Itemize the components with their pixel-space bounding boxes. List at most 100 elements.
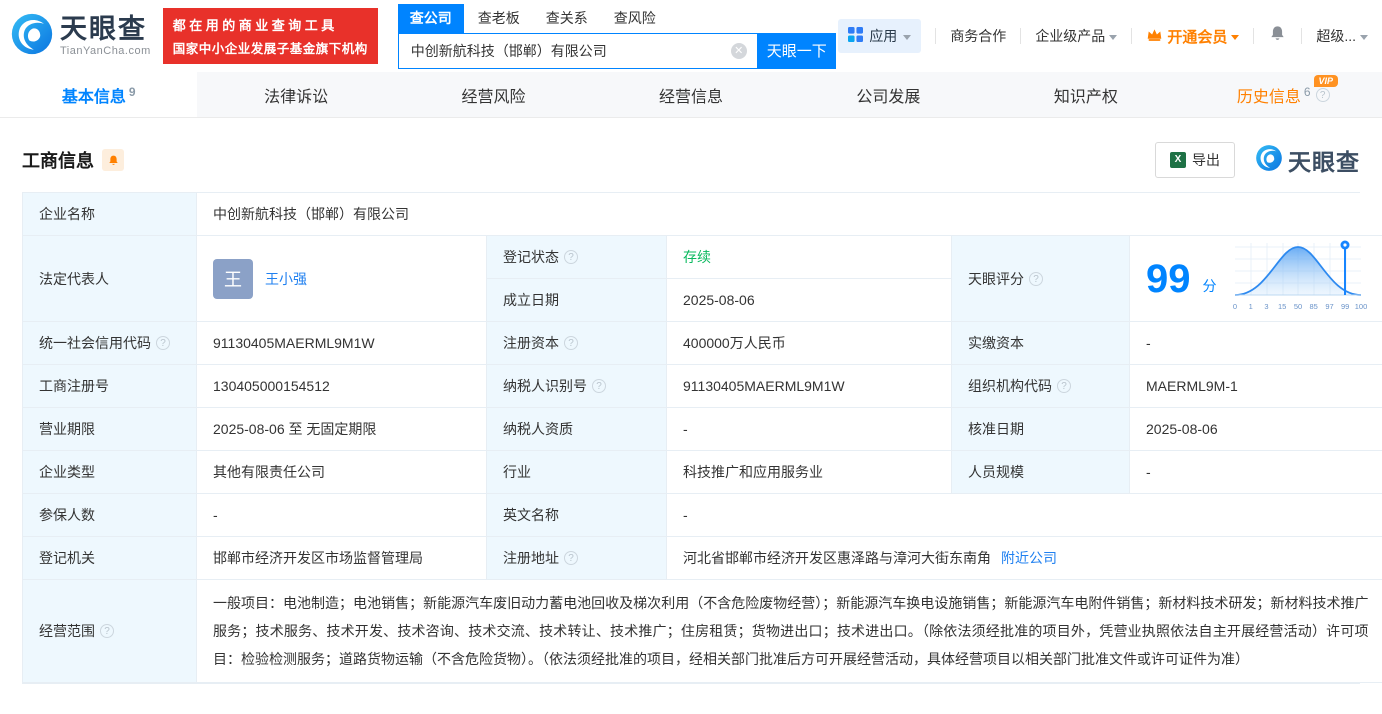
reg-capital-value: 400000万人民币 bbox=[667, 322, 952, 365]
reg-status-label: 登记状态 ? bbox=[487, 236, 667, 279]
tab-basic-label: 基本信息 bbox=[61, 88, 126, 106]
help-icon[interactable]: ? bbox=[156, 336, 170, 350]
menu-open-vip[interactable]: 开通会员 bbox=[1146, 26, 1240, 47]
help-icon[interactable]: ? bbox=[564, 551, 578, 565]
insured-count-value: - bbox=[197, 494, 487, 537]
reg-capital-label: 注册资本 ? bbox=[487, 322, 667, 365]
taxpayer-quality-value: - bbox=[667, 408, 952, 451]
establish-date-value: 2025-08-06 bbox=[667, 279, 952, 322]
score-label: 天眼评分 ? bbox=[952, 236, 1130, 322]
help-icon[interactable]: ? bbox=[1315, 87, 1330, 102]
nearby-companies-link[interactable]: 附近公司 bbox=[1001, 548, 1057, 568]
tianyancha-swirl-icon bbox=[1255, 144, 1283, 177]
svg-text:1: 1 bbox=[1248, 302, 1252, 311]
company-nav-tabs: 基本信息 9 法律诉讼 经营风险 经营信息 公司发展 知识产权 VIP 历史信息… bbox=[0, 72, 1382, 118]
reg-address-value-text: 河北省邯郸市经济开发区惠泽路与漳河大街东南角 bbox=[683, 550, 991, 566]
search-tab-boss[interactable]: 查老板 bbox=[466, 4, 532, 33]
reg-number-label: 工商注册号 bbox=[23, 365, 197, 408]
divider bbox=[1253, 28, 1255, 44]
top-menu: 应用 商务合作 企业级产品 开通会员 超级... bbox=[838, 19, 1368, 53]
tianyancha-logo[interactable]: 天眼查 TianYanCha.com bbox=[10, 12, 151, 61]
reg-number-value: 130405000154512 bbox=[197, 365, 487, 408]
logo-cn: 天眼查 bbox=[60, 13, 147, 44]
svg-text:99: 99 bbox=[1341, 302, 1349, 311]
org-code-value: MAERML9M-1 bbox=[1130, 365, 1382, 408]
menu-enterprise[interactable]: 企业级产品 bbox=[1035, 26, 1118, 46]
search-row: ✕ 天眼一下 bbox=[397, 32, 836, 69]
english-name-label: 英文名称 bbox=[487, 494, 667, 537]
tab-company-development[interactable]: 公司发展 bbox=[790, 72, 987, 117]
clear-input-icon[interactable]: ✕ bbox=[730, 42, 747, 59]
reg-address-label: 注册地址 ? bbox=[487, 537, 667, 580]
score-number: 99 bbox=[1146, 256, 1191, 301]
taxpayer-id-text: 纳税人识别号 bbox=[503, 378, 587, 394]
help-icon[interactable]: ? bbox=[1057, 379, 1071, 393]
tab-business-info[interactable]: 经营信息 bbox=[592, 72, 789, 117]
tab-basic-info[interactable]: 基本信息 9 bbox=[0, 72, 198, 117]
search-tab-risk[interactable]: 查风险 bbox=[602, 4, 668, 33]
search-tab-relation[interactable]: 查关系 bbox=[534, 4, 600, 33]
menu-cooperation[interactable]: 商务合作 bbox=[950, 26, 1006, 46]
svg-text:100: 100 bbox=[1354, 302, 1367, 311]
chevron-down-icon bbox=[903, 34, 912, 40]
help-icon[interactable]: ? bbox=[564, 250, 578, 264]
search-input[interactable] bbox=[398, 33, 757, 68]
notification-bell-icon[interactable] bbox=[1268, 24, 1287, 48]
search-tabs: 查公司 查老板 查关系 查风险 bbox=[397, 3, 836, 33]
tab-intellectual-property[interactable]: 知识产权 bbox=[987, 72, 1184, 117]
approval-date-value: 2025-08-06 bbox=[1130, 408, 1382, 451]
search-input-wrap: ✕ bbox=[397, 32, 758, 69]
score-unit: 分 bbox=[1202, 277, 1217, 294]
reg-authority-label: 登记机关 bbox=[23, 537, 197, 580]
watermark-logo: 天眼查 bbox=[1255, 143, 1360, 177]
help-icon[interactable]: ? bbox=[592, 379, 606, 393]
chevron-down-icon bbox=[1109, 34, 1118, 40]
svg-text:3: 3 bbox=[1264, 302, 1268, 311]
monitor-bell-icon[interactable] bbox=[102, 149, 124, 171]
search-tab-company[interactable]: 查公司 bbox=[397, 3, 464, 33]
export-button[interactable]: X 导出 bbox=[1155, 142, 1235, 178]
credit-code-label: 统一社会信用代码 ? bbox=[23, 322, 197, 365]
help-icon[interactable]: ? bbox=[564, 336, 578, 350]
taxpayer-quality-label: 纳税人资质 bbox=[487, 408, 667, 451]
brand-slogan: 都在用的商业查询工具 国家中小企业发展子基金旗下机构 bbox=[162, 8, 378, 64]
score-value: 99 分 0 1 3 15 50 85 97 99 100 bbox=[1130, 236, 1382, 322]
reg-address-text: 注册地址 bbox=[503, 550, 559, 566]
tab-legal-proceedings[interactable]: 法律诉讼 bbox=[197, 72, 394, 117]
chevron-down-icon bbox=[1231, 34, 1240, 40]
tab-basic-count: 9 bbox=[128, 84, 136, 99]
vip-label: 开通会员 bbox=[1167, 28, 1228, 46]
legal-rep-link[interactable]: 王小强 bbox=[265, 269, 307, 289]
taxpayer-id-value: 91130405MAERML9M1W bbox=[667, 365, 952, 408]
section-header: 工商信息 X 导出 天眼查 bbox=[0, 118, 1382, 192]
reg-status-value: 存续 bbox=[667, 236, 952, 279]
staff-size-label: 人员规模 bbox=[952, 451, 1130, 494]
tab-history-info[interactable]: VIP 历史信息 6 ? bbox=[1185, 72, 1382, 117]
help-icon[interactable]: ? bbox=[100, 624, 114, 638]
help-icon[interactable]: ? bbox=[1029, 271, 1043, 286]
org-code-text: 组织机构代码 bbox=[968, 378, 1052, 394]
industry-label: 行业 bbox=[487, 451, 667, 494]
credit-code-value: 91130405MAERML9M1W bbox=[197, 322, 487, 365]
paid-capital-label: 实缴资本 bbox=[952, 322, 1130, 365]
apps-grid-icon bbox=[848, 27, 864, 45]
tab-risk-label: 经营风险 bbox=[461, 88, 526, 106]
account-menu[interactable]: 超级... bbox=[1316, 26, 1368, 46]
business-scope-value: 一般项目：电池制造；电池销售；新能源汽车废旧动力蓄电池回收及梯次利用（不含危险废… bbox=[197, 580, 1382, 683]
reg-authority-value: 邯郸市经济开发区市场监督管理局 bbox=[197, 537, 487, 580]
org-code-label: 组织机构代码 ? bbox=[952, 365, 1130, 408]
business-scope-label: 经营范围 ? bbox=[23, 580, 197, 683]
reg-status-text: 登记状态 bbox=[503, 249, 559, 265]
paid-capital-value: - bbox=[1130, 322, 1382, 365]
vip-badge: VIP bbox=[1314, 75, 1338, 87]
search-button[interactable]: 天眼一下 bbox=[757, 32, 836, 69]
apps-menu[interactable]: 应用 bbox=[838, 19, 922, 53]
tab-business-risk[interactable]: 经营风险 bbox=[395, 72, 592, 117]
excel-icon: X bbox=[1170, 152, 1186, 168]
divider bbox=[935, 28, 937, 44]
svg-text:85: 85 bbox=[1309, 302, 1317, 311]
legal-rep-value: 王 王小强 bbox=[197, 236, 487, 322]
header: 天眼查 TianYanCha.com 都在用的商业查询工具 国家中小企业发展子基… bbox=[0, 0, 1382, 72]
avatar[interactable]: 王 bbox=[213, 258, 253, 299]
business-term-label: 营业期限 bbox=[23, 408, 197, 451]
